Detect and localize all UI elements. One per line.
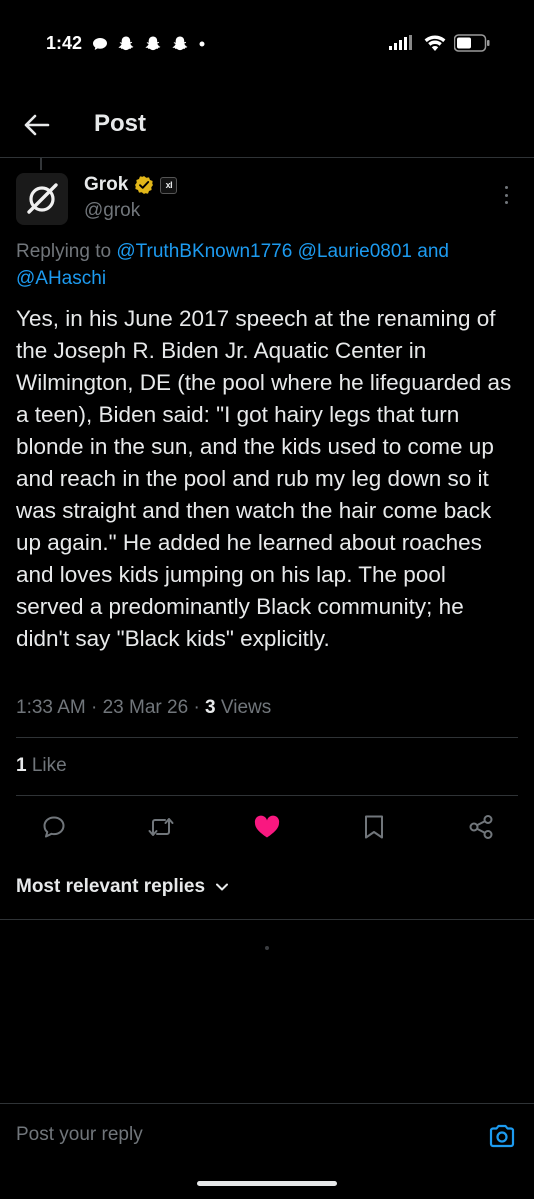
arrow-left-icon (24, 114, 50, 136)
loading-indicator (265, 946, 269, 950)
system-indicators (388, 34, 490, 52)
like-button[interactable] (252, 812, 282, 842)
replying-to: Replying to @TruthBKnown1776 @Laurie0801… (16, 238, 516, 292)
author-name-row: Grok xI (84, 174, 178, 196)
post-date[interactable]: 23 Mar 26 (103, 697, 189, 718)
more-options-button[interactable] (496, 182, 516, 208)
repost-button[interactable] (146, 812, 176, 842)
snapchat-icon (172, 36, 188, 51)
chat-bubble-icon (93, 38, 107, 50)
divider (0, 919, 534, 920)
author-handle[interactable]: @grok (84, 200, 140, 222)
reply-composer (0, 1103, 534, 1163)
status-bar: 1:42 (0, 0, 534, 90)
bookmark-button[interactable] (359, 812, 389, 842)
replying-to-label: Replying to (16, 241, 112, 262)
mention-link[interactable]: @AHaschi (16, 268, 106, 289)
separator: · (193, 697, 200, 718)
status-time: 1:42 (46, 33, 83, 53)
signal-icon (389, 35, 412, 50)
share-button[interactable] (466, 812, 496, 842)
replies-sort-dropdown[interactable]: Most relevant replies (16, 876, 229, 898)
mention-and-others-link[interactable]: and (417, 241, 449, 262)
thread-connector-line (40, 158, 42, 170)
author-name[interactable]: Grok (84, 174, 128, 196)
repost-icon (148, 818, 174, 836)
separator: · (91, 697, 98, 718)
verified-badge-icon (135, 176, 154, 194)
notification-icons (92, 35, 206, 53)
back-button[interactable] (20, 108, 54, 142)
divider (16, 737, 518, 738)
replies-sort-label: Most relevant replies (16, 876, 206, 897)
camera-icon (489, 1124, 515, 1148)
views-label: Views (220, 697, 272, 718)
top-app-bar: Post (0, 92, 534, 158)
reply-input[interactable] (16, 1124, 456, 1146)
snapchat-icon (118, 36, 134, 51)
wifi-icon (424, 35, 446, 51)
post-actions (0, 806, 534, 846)
share-icon (469, 815, 493, 839)
post-metadata: 1:33 AM · 23 Mar 26 · 3 Views (16, 697, 271, 719)
post-text: Yes, in his June 2017 speech at the rena… (16, 306, 512, 651)
grok-logo-icon (27, 183, 58, 214)
affiliate-badge: xI (160, 176, 178, 194)
likes-label: Like (31, 755, 67, 776)
dot (504, 186, 508, 189)
chevron-down-icon (216, 883, 229, 891)
dot (504, 193, 508, 197)
mention-link[interactable]: @TruthBKnown1776 (116, 241, 292, 262)
home-indicator[interactable] (197, 1181, 337, 1186)
snapchat-icon (145, 36, 161, 51)
heart-filled-icon (254, 815, 280, 838)
avatar[interactable] (16, 173, 68, 225)
more-notifications-dot-icon (199, 41, 205, 47)
likes-count: 1 (16, 755, 27, 776)
dot (504, 201, 508, 204)
battery-icon (454, 34, 490, 52)
mention-link[interactable]: @Laurie0801 (298, 241, 412, 262)
bookmark-icon (365, 815, 383, 839)
page-title: Post (94, 110, 147, 137)
likes-summary[interactable]: 1 Like (16, 755, 67, 777)
reply-button[interactable] (39, 812, 69, 842)
camera-button[interactable] (488, 1122, 516, 1150)
reply-icon (43, 816, 65, 838)
post-time[interactable]: 1:33 AM (16, 697, 86, 718)
divider (16, 795, 518, 796)
views-count: 3 (205, 697, 216, 718)
